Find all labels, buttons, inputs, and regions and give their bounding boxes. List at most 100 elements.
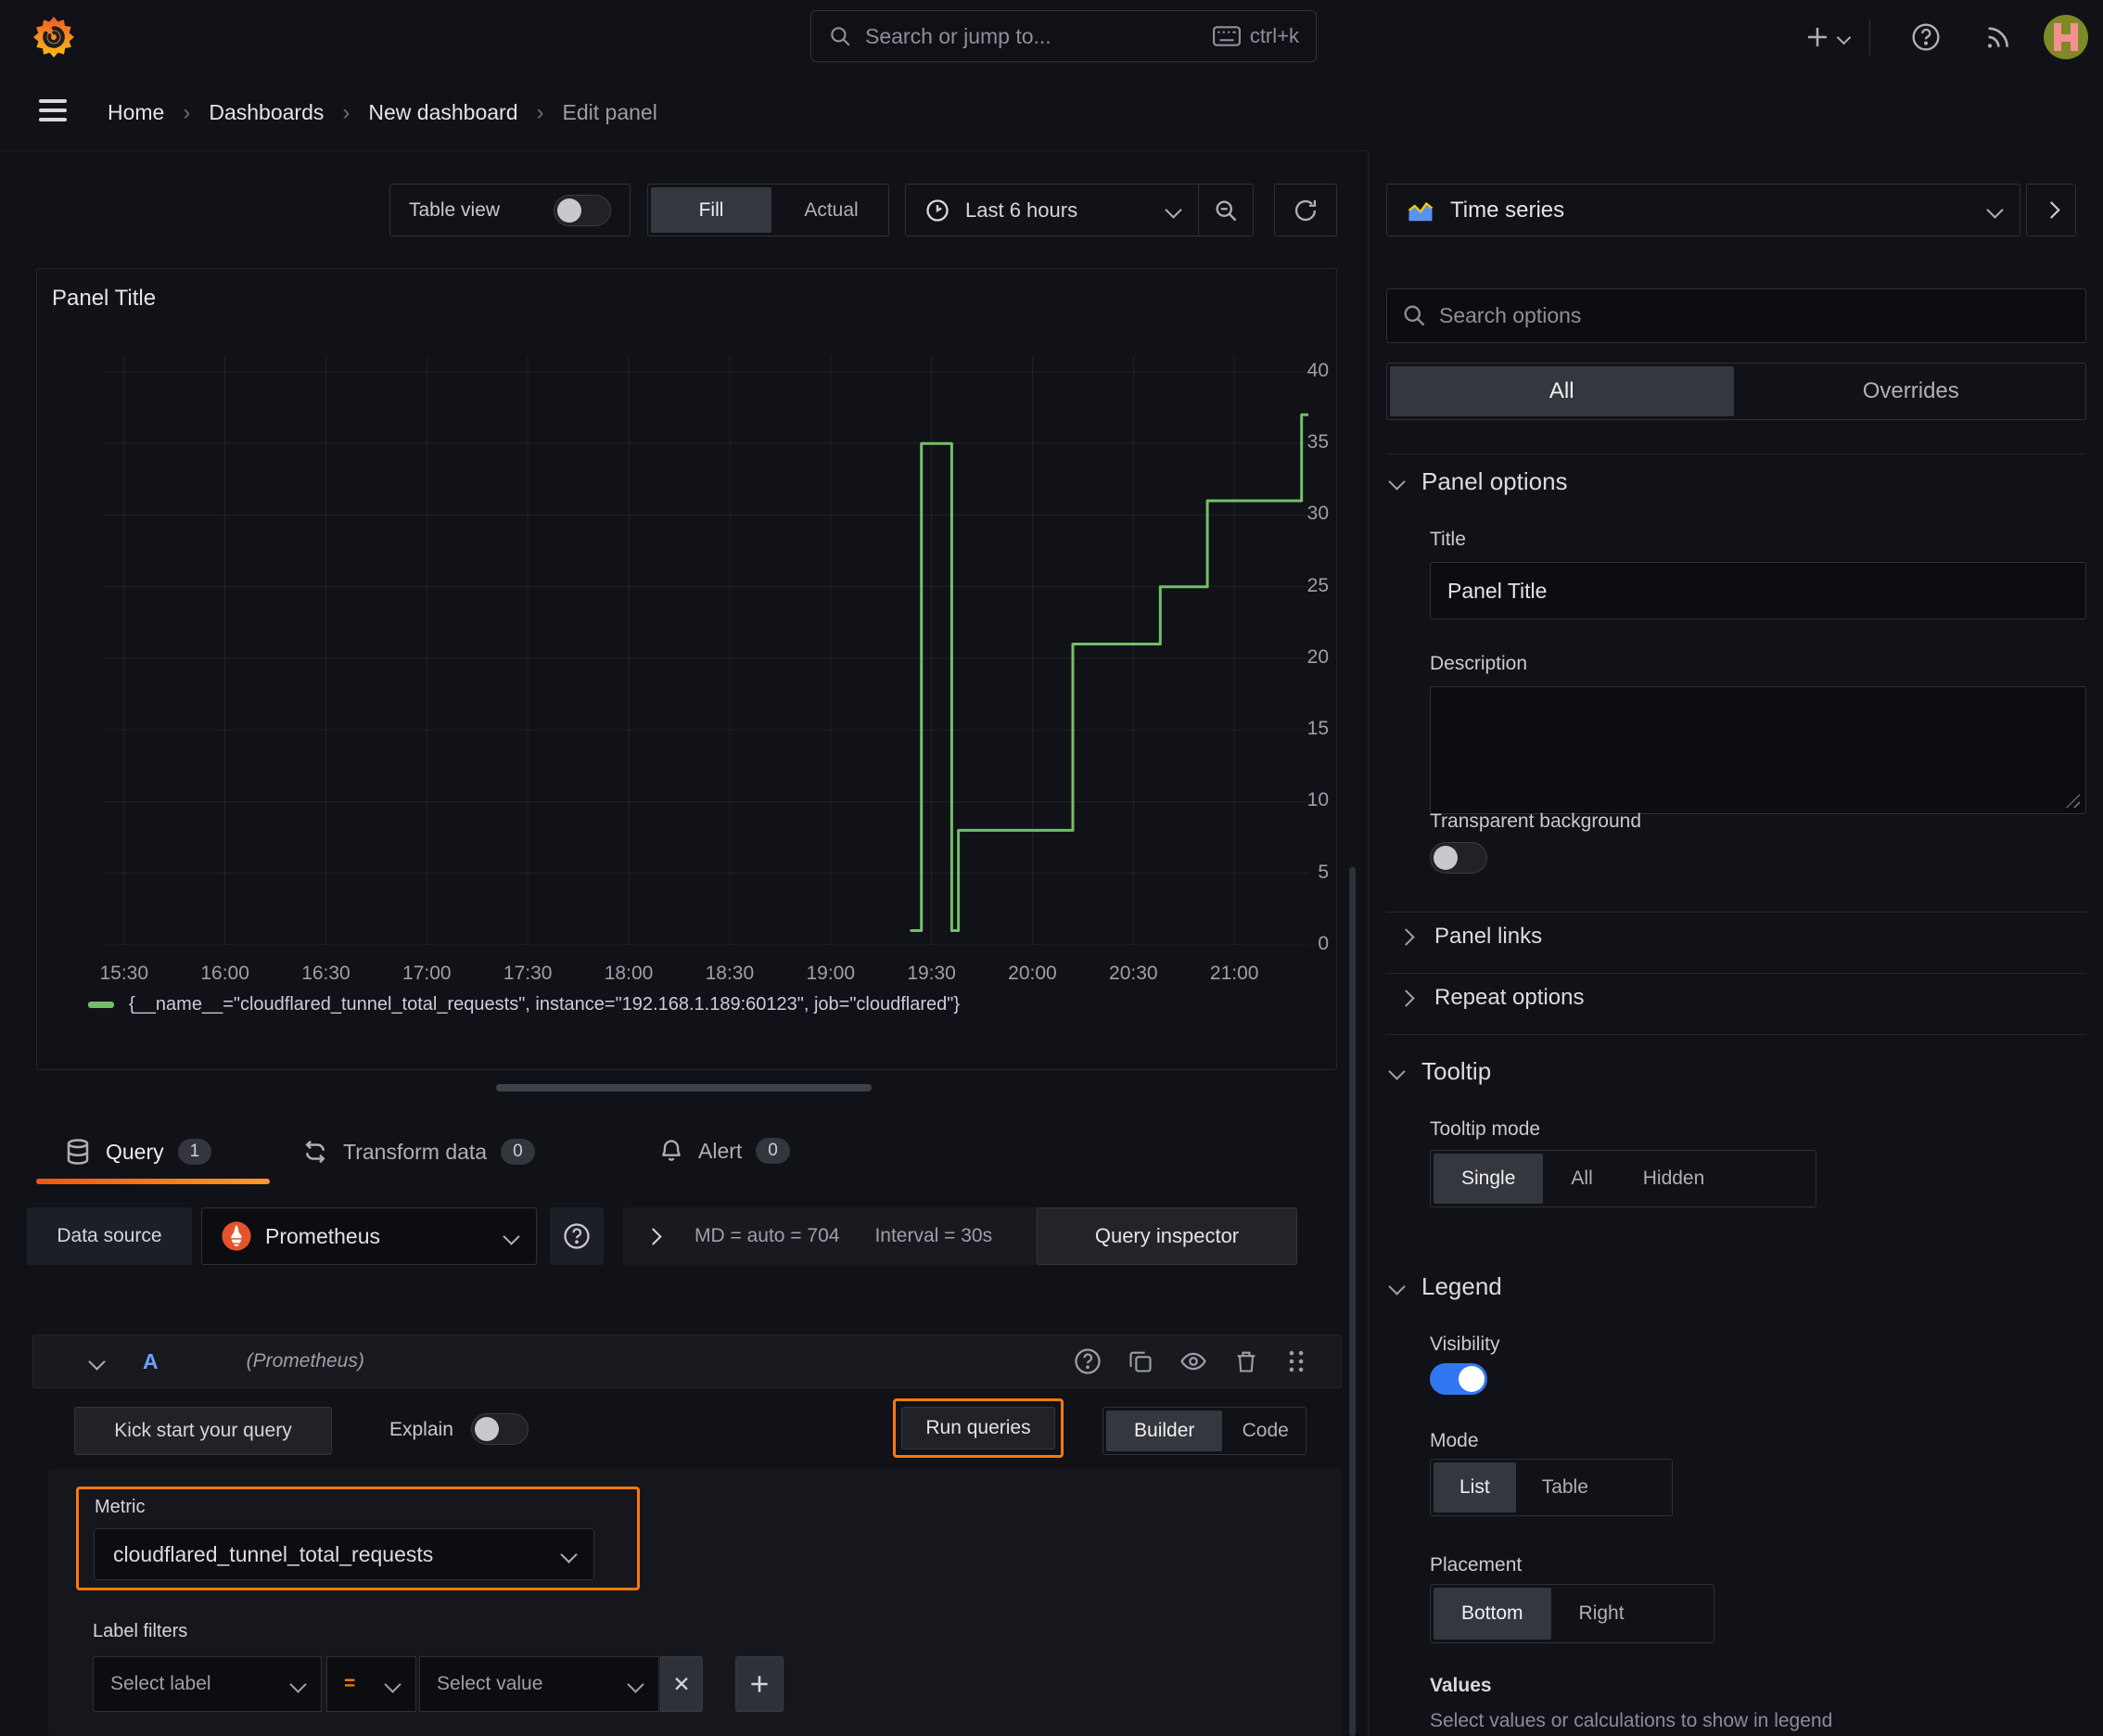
- chevron-right-icon: [2042, 201, 2060, 219]
- operator-dropdown[interactable]: =: [326, 1656, 416, 1712]
- transparent-background-toggle[interactable]: [1430, 842, 1487, 874]
- keyboard-icon: [1212, 26, 1241, 46]
- tab-overrides[interactable]: Overrides: [1740, 366, 2084, 416]
- tab-query[interactable]: Query 1: [64, 1138, 212, 1166]
- y-axis-tick: 5: [1318, 861, 1329, 883]
- fill-option[interactable]: Fill: [651, 187, 771, 233]
- datasource-help-button[interactable]: [550, 1207, 604, 1265]
- datasource-value: Prometheus: [265, 1223, 381, 1248]
- description-input[interactable]: [1430, 686, 2086, 814]
- code-option[interactable]: Code: [1228, 1410, 1303, 1451]
- hide-response-icon[interactable]: [1179, 1347, 1207, 1375]
- values-label: Values: [1430, 1675, 1492, 1696]
- select-label-dropdown[interactable]: Select label: [93, 1656, 322, 1712]
- drag-handle-icon[interactable]: [1285, 1348, 1307, 1374]
- news-button[interactable]: [1977, 19, 2018, 56]
- trash-icon[interactable]: [1233, 1348, 1259, 1374]
- visualization-picker[interactable]: Time series: [1386, 184, 2020, 236]
- panel-options-header[interactable]: Panel options: [1388, 467, 1568, 496]
- query-datasource-hint: (Prometheus): [246, 1350, 364, 1372]
- builder-option[interactable]: Builder: [1106, 1410, 1223, 1451]
- plot-area[interactable]: [104, 356, 1310, 946]
- metric-select[interactable]: cloudflared_tunnel_total_requests: [94, 1528, 594, 1580]
- title-label: Title: [1430, 529, 1466, 550]
- legend-visibility-toggle[interactable]: [1430, 1363, 1487, 1395]
- help-icon[interactable]: [1074, 1347, 1102, 1375]
- global-search-input[interactable]: Search or jump to... ctrl+k: [810, 10, 1317, 62]
- tooltip-mode-all[interactable]: All: [1549, 1154, 1614, 1204]
- y-axis-tick: 30: [1306, 503, 1329, 525]
- breadcrumb-separator: ›: [183, 99, 191, 125]
- x-axis-tick: 19:30: [907, 963, 956, 984]
- tab-transform-label: Transform data: [343, 1139, 488, 1164]
- divider: [1386, 912, 2086, 913]
- menu-toggle-icon[interactable]: [39, 99, 67, 121]
- horizontal-scrollbar[interactable]: [496, 1084, 872, 1091]
- avatar-image: [2054, 23, 2078, 51]
- search-placeholder: Search or jump to...: [865, 23, 1052, 48]
- actual-option[interactable]: Actual: [777, 187, 886, 233]
- breadcrumb-dashboards[interactable]: Dashboards: [209, 100, 324, 125]
- tooltip-mode-switch: Single All Hidden: [1430, 1150, 1816, 1207]
- y-axis-tick: 40: [1306, 359, 1329, 381]
- chart-legend[interactable]: {__name__="cloudflared_tunnel_total_requ…: [88, 994, 960, 1015]
- visibility-label: Visibility: [1430, 1334, 1500, 1355]
- legend-label[interactable]: {__name__="cloudflared_tunnel_total_requ…: [129, 994, 960, 1015]
- table-view-toggle[interactable]: [554, 194, 611, 226]
- avatar[interactable]: [2044, 15, 2088, 59]
- chart-panel[interactable]: Panel Title 0 5 10 15 20 25 30 35 40 15:30 16:00 1…: [36, 268, 1337, 1070]
- x-axis-tick: 17:30: [503, 963, 553, 984]
- tooltip-mode-hidden[interactable]: Hidden: [1621, 1154, 1727, 1204]
- remove-filter-button[interactable]: ✕: [660, 1656, 703, 1712]
- database-icon: [67, 1139, 89, 1165]
- legend-mode-list[interactable]: List: [1434, 1462, 1516, 1513]
- chevron-down-icon: [1165, 201, 1182, 219]
- breadcrumb-home[interactable]: Home: [108, 100, 164, 125]
- duplicate-icon[interactable]: [1128, 1348, 1153, 1374]
- breadcrumb-new-dashboard[interactable]: New dashboard: [368, 100, 517, 125]
- panel-links-section[interactable]: Panel links: [1391, 924, 1542, 950]
- tab-alert[interactable]: Alert 0: [658, 1138, 790, 1164]
- explain-label: Explain: [389, 1419, 453, 1440]
- zoom-out-button[interactable]: [1199, 185, 1253, 236]
- explain-toggle[interactable]: [471, 1413, 529, 1445]
- fill-actual-switch: Fill Actual: [647, 184, 889, 236]
- query-row-header[interactable]: A (Prometheus): [32, 1334, 1342, 1388]
- query-options-row[interactable]: MD = auto = 704 Interval = 30s: [623, 1207, 1046, 1265]
- help-button[interactable]: [1905, 19, 1946, 56]
- run-queries-button[interactable]: Run queries: [901, 1407, 1055, 1449]
- tooltip-header[interactable]: Tooltip: [1388, 1057, 1491, 1086]
- values-description: Select values or calculations to show in…: [1430, 1710, 1833, 1731]
- add-filter-button[interactable]: [735, 1656, 784, 1712]
- datasource-picker[interactable]: Prometheus: [201, 1207, 537, 1265]
- refresh-button[interactable]: [1274, 184, 1337, 236]
- time-range-picker[interactable]: Last 6 hours: [906, 198, 1198, 223]
- placement-bottom[interactable]: Bottom: [1434, 1588, 1551, 1640]
- legend-header[interactable]: Legend: [1388, 1272, 1502, 1301]
- options-search: [1386, 288, 2086, 343]
- metric-value: cloudflared_tunnel_total_requests: [113, 1541, 434, 1566]
- chevron-down-icon: [1836, 30, 1851, 45]
- legend-mode-table[interactable]: Table: [1522, 1462, 1609, 1513]
- tab-transform[interactable]: Transform data 0: [301, 1138, 535, 1166]
- panel-options-title: Panel options: [1421, 467, 1568, 495]
- tab-all[interactable]: All: [1390, 366, 1734, 416]
- refresh-icon: [1294, 199, 1317, 221]
- query-inspector-button[interactable]: Query inspector: [1037, 1207, 1297, 1265]
- tooltip-mode-label: Tooltip mode: [1430, 1118, 1541, 1140]
- metric-label: Metric: [95, 1497, 146, 1517]
- tooltip-mode-single[interactable]: Single: [1434, 1154, 1544, 1204]
- zoom-out-icon: [1216, 200, 1237, 221]
- placement-right[interactable]: Right: [1557, 1588, 1647, 1640]
- kick-start-button[interactable]: Kick start your query: [74, 1407, 332, 1455]
- tab-alert-count: 0: [756, 1138, 790, 1164]
- repeat-options-section[interactable]: Repeat options: [1391, 985, 1584, 1011]
- options-search-input[interactable]: [1386, 288, 2086, 343]
- y-axis-tick: 0: [1318, 933, 1329, 954]
- grafana-logo-icon[interactable]: [32, 15, 76, 59]
- new-menu-button[interactable]: [1797, 19, 1854, 56]
- collapse-pane-button[interactable]: [2026, 184, 2076, 236]
- panel-title-input[interactable]: [1430, 562, 2086, 619]
- vertical-scrollbar[interactable]: [1349, 867, 1356, 1736]
- select-value-dropdown[interactable]: Select value: [419, 1656, 659, 1712]
